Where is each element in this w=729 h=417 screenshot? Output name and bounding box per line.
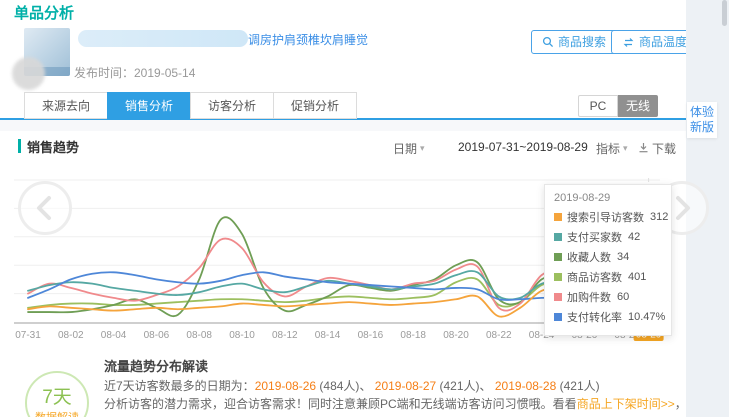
x-tick-label: 08-22 — [486, 330, 512, 341]
tab-promotion-analysis[interactable]: 促销分析 — [273, 92, 357, 119]
product-search-label: 商品搜索 — [558, 31, 606, 53]
top-date: 2019-08-26 — [255, 379, 316, 393]
badge-caption: 数据解读 — [27, 409, 87, 417]
chevron-down-icon: ▾ — [623, 143, 628, 154]
insight-line1-prefix: 近7天访客数最多的日期为： — [104, 379, 255, 393]
analysis-tabbar: 来源去向 销售分析 访客分析 促销分析 — [24, 92, 357, 119]
tooltip-metric-value: 312 — [650, 211, 668, 223]
x-tick-label: 08-12 — [272, 330, 298, 341]
tooltip-metric-value: 60 — [617, 291, 629, 303]
x-tick-label: 08-08 — [186, 330, 212, 341]
x-tick-label: 08-04 — [101, 330, 127, 341]
tooltip-metric-label: 收藏人数 — [567, 249, 611, 265]
legend-swatch — [554, 213, 562, 221]
download-icon — [638, 142, 649, 156]
publish-time: 发布时间：2019-05-14 — [74, 64, 195, 81]
tooltip-metric-value: 401 — [628, 271, 646, 283]
tooltip-date: 2019-08-29 — [554, 192, 662, 204]
tooltip-row: 支付买家数 42 — [554, 229, 662, 245]
chart-tooltip: 2019-08-29 搜索引导访客数312支付买家数42收藏人数34商品访客数4… — [544, 184, 672, 336]
tab-visitor-analysis[interactable]: 访客分析 — [190, 92, 273, 119]
tooltip-row: 加购件数 60 — [554, 289, 662, 305]
tooltip-metric-label: 加购件数 — [567, 289, 611, 305]
content-divider-band — [0, 120, 686, 131]
section-accent-bar — [18, 139, 21, 153]
x-tick-label: 08-20 — [443, 330, 469, 341]
page-title: 单品分析 — [14, 2, 74, 23]
try-new-version-button[interactable]: 体验新版 — [687, 102, 717, 138]
product-search-button[interactable]: 商品搜索 — [531, 30, 617, 54]
tooltip-row: 收藏人数 34 — [554, 249, 662, 265]
blurred-product-title — [78, 30, 248, 47]
chevron-down-icon: ▾ — [420, 143, 425, 154]
x-tick-label: 08-18 — [400, 330, 426, 341]
metric-dropdown-label: 指标 — [596, 140, 620, 157]
carousel-prev-button[interactable] — [18, 181, 72, 235]
insight-heading: 流量趋势分布解读 — [104, 356, 208, 375]
chevron-left-icon — [34, 195, 56, 221]
insight-line2-before: 分析访客的潜力需求，迎合访客需求！同时注意兼顾PC端和无线端访客访问习惯哦。看看 — [104, 397, 577, 411]
section-title: 销售趋势 — [27, 137, 79, 156]
x-tick-label: 08-10 — [229, 330, 255, 341]
chevron-right-icon — [671, 195, 693, 221]
search-icon — [542, 36, 554, 48]
tooltip-metric-value: 42 — [628, 231, 640, 243]
tooltip-metric-label: 搜索引导访客数 — [567, 209, 644, 225]
tooltip-row: 搜索引导访客数312 — [554, 209, 662, 225]
data-insight-badge: 7天 数据解读 — [25, 371, 89, 417]
badge-days: 7天 — [27, 382, 87, 409]
single-item-analysis-page: 单品分析 调房护肩颈椎坎肩睡觉 发布时间：2019-05-14 商品搜索 商品温… — [0, 0, 729, 417]
tooltip-metric-label: 支付转化率 — [567, 309, 622, 325]
tooltip-metric-label: 商品访客数 — [567, 269, 622, 285]
x-tick-label: 08-16 — [358, 330, 384, 341]
shelf-time-link[interactable]: 商品上下架时间>> — [577, 397, 675, 411]
tooltip-rows: 搜索引导访客数312 支付买家数 42 收藏人数 34 商品访客数 401 加购件数 60 支付转… — [554, 209, 662, 325]
scrollbar-thumb[interactable] — [722, 0, 727, 26]
tooltip-metric-label: 支付买家数 — [567, 229, 622, 245]
legend-swatch — [554, 233, 562, 241]
tab-source-destination[interactable]: 来源去向 — [24, 92, 107, 119]
date-dropdown-label: 日期 — [393, 140, 417, 157]
thermometer-icon — [622, 37, 635, 48]
x-tick-label: 08-14 — [315, 330, 341, 341]
legend-swatch — [554, 313, 562, 321]
download-button[interactable]: 下载 — [638, 140, 676, 157]
product-title[interactable]: 调房护肩颈椎坎肩睡觉 — [248, 31, 368, 48]
x-tick-label: 07-31 — [15, 330, 41, 341]
device-toggle: PC 无线 — [578, 95, 658, 117]
insight-advice: 分析访客的潜力需求，迎合访客需求！同时注意兼顾PC端和无线端访客访问习惯哦。看看… — [104, 395, 729, 412]
top-date: 2019-08-28 — [495, 379, 556, 393]
metric-dropdown[interactable]: 指标 ▾ — [596, 140, 628, 157]
legend-swatch — [554, 253, 562, 261]
tooltip-metric-value: 34 — [617, 251, 629, 263]
legend-swatch — [554, 293, 562, 301]
date-dropdown[interactable]: 日期 ▾ — [393, 140, 425, 157]
date-range-value: 2019-07-31~2019-08-29 — [458, 140, 588, 154]
x-tick-label: 08-02 — [58, 330, 84, 341]
tooltip-row: 商品访客数 401 — [554, 269, 662, 285]
x-tick-label: 08-06 — [144, 330, 170, 341]
tooltip-row: 支付转化率 10.47% — [554, 309, 662, 325]
tooltip-metric-value: 10.47% — [628, 311, 665, 323]
top-date: 2019-08-27 — [375, 379, 436, 393]
tab-sales-analysis[interactable]: 销售分析 — [107, 92, 190, 119]
blurred-avatar — [12, 57, 45, 90]
legend-swatch — [554, 273, 562, 281]
insight-top-dates: 近7天访客数最多的日期为：2019-08-26 (484人)、 2019-08-… — [104, 377, 600, 394]
download-label: 下载 — [652, 140, 676, 157]
toggle-pc[interactable]: PC — [578, 95, 618, 117]
toggle-wireless[interactable]: 无线 — [618, 95, 658, 117]
